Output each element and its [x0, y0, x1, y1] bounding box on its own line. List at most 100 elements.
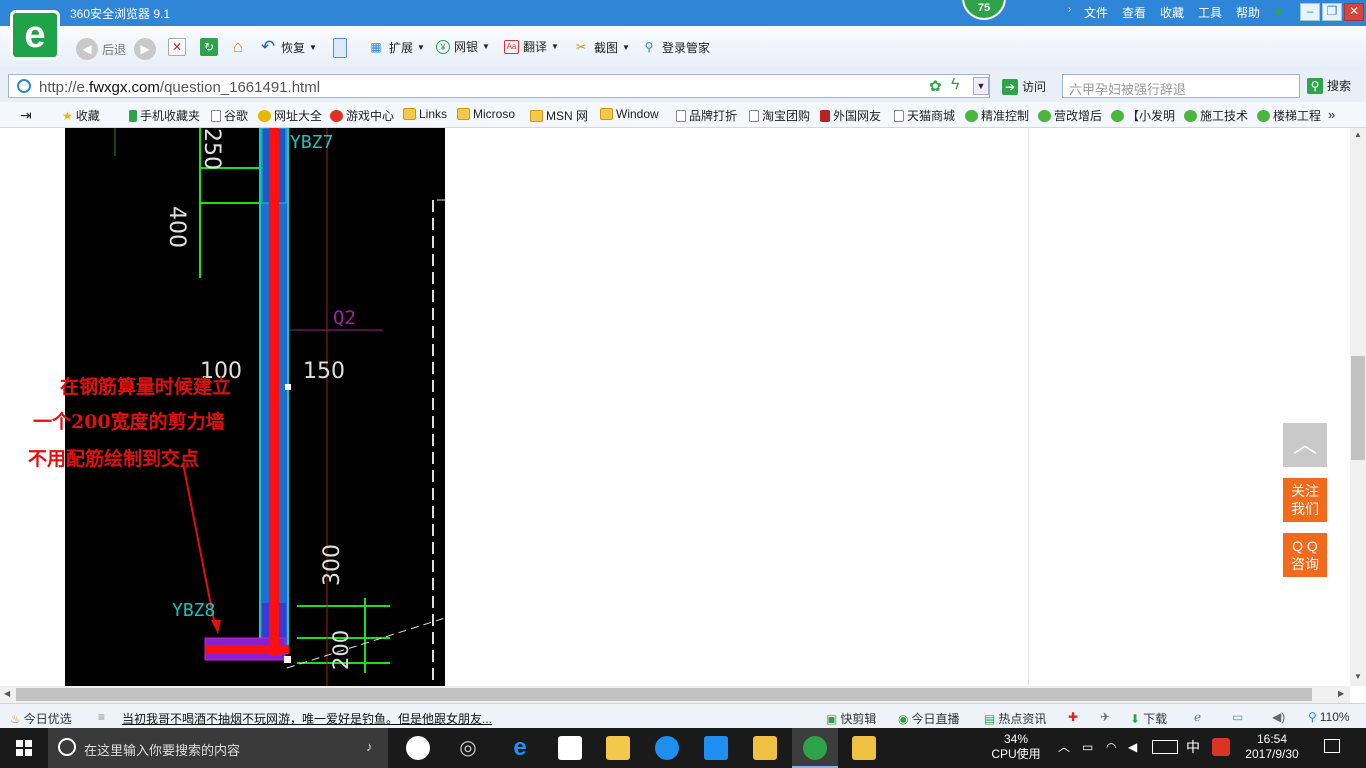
today-pick-button[interactable]: ♨ 今日优选 [10, 710, 72, 727]
caret-down-icon: ▼ [622, 42, 630, 52]
vertical-scrollbar[interactable]: ▲ ▼ [1350, 128, 1366, 686]
maximize-button[interactable]: ❐ [1322, 3, 1342, 21]
bookmark-precise[interactable]: 精准控制 [965, 107, 1029, 124]
scroll-down-icon[interactable]: ▼ [1354, 672, 1362, 681]
taskbar-swirl-icon[interactable]: ◎ [456, 736, 480, 760]
refresh-button[interactable]: ↻ [200, 38, 218, 56]
bookmark-foreign[interactable]: 外国网友 [820, 107, 881, 124]
taskbar-explorer-icon[interactable] [606, 736, 630, 760]
download-button[interactable]: ⬇ 下载 [1130, 710, 1167, 727]
lightning-icon[interactable]: ϟ [951, 76, 959, 94]
bookmark-msn[interactable]: MSN 网 [530, 107, 588, 124]
window-mode-icon[interactable]: ▭ [1232, 710, 1243, 724]
taskbar-pinwheel-icon[interactable] [406, 736, 430, 760]
bookmark-favorites[interactable]: ★ 收藏 [62, 107, 100, 124]
volume-icon[interactable]: ◀) [1272, 710, 1285, 724]
address-input[interactable]: http://e.fwxgx.com/question_1661491.html… [8, 74, 990, 98]
taskbar-store-icon[interactable] [558, 736, 582, 760]
bookmark-tmall[interactable]: 天猫商城 [894, 107, 955, 124]
horizontal-scrollbar[interactable]: ◀ ▶ [0, 686, 1350, 703]
ie-icon[interactable]: ℯ [1194, 710, 1201, 724]
vertical-scroll-thumb[interactable] [1351, 356, 1365, 460]
home-button[interactable]: ⌂ [229, 37, 247, 56]
windows-start-icon[interactable] [16, 740, 32, 756]
bookmark-taobao[interactable]: 淘宝团购 [749, 107, 810, 124]
live-button[interactable]: ◉ 今日直播 [898, 710, 960, 727]
taskbar-edge-icon[interactable]: e [508, 736, 532, 760]
wifi-icon[interactable]: ◠ [1106, 740, 1116, 755]
bookmark-vat[interactable]: 营改增后 [1038, 107, 1102, 124]
bookmark-microsoft[interactable]: Microso [457, 107, 515, 121]
search-input[interactable]: 六甲孕妇被强行辞退 [1062, 74, 1300, 98]
scroll-left-icon[interactable]: ◀ [4, 689, 10, 698]
security-score-badge[interactable]: 75 [962, 0, 1006, 20]
bank-button[interactable]: ¥ 网银 ▼ [436, 38, 490, 55]
translate-button[interactable]: Aa 翻译 ▼ [504, 38, 559, 55]
menu-file[interactable]: 文件 [1084, 4, 1108, 21]
bookmark-games[interactable]: 游戏中心 [330, 107, 394, 124]
back-to-top-button[interactable]: ︿ [1283, 423, 1327, 467]
back-button[interactable]: ◀ 后退 [76, 38, 126, 60]
menu-help[interactable]: 帮助 [1236, 4, 1260, 21]
ime-indicator[interactable]: 中 [1186, 740, 1200, 755]
sidebar-toggle-icon[interactable]: ⇥ [20, 107, 32, 124]
qq-consult-button[interactable]: Q Q 咨询 [1283, 533, 1327, 577]
quick-cut-button[interactable]: ▣ 快剪辑 [826, 710, 876, 727]
taskbar-search-input[interactable]: 在这里输入你要搜索的内容 ♪ [48, 728, 388, 768]
clock[interactable]: 16:54 2017/9/30 [1240, 732, 1304, 762]
close-button[interactable]: ✕ [1344, 3, 1364, 21]
bookmark-hao[interactable]: 网址大全 [258, 107, 322, 124]
mobile-button[interactable] [333, 38, 347, 58]
taskbar-plus-icon[interactable] [704, 736, 728, 760]
hot-news-button[interactable]: ▤ 热点资讯 [984, 710, 1046, 727]
speaker-icon[interactable]: ◀ [1128, 740, 1137, 755]
skin-icon[interactable]: ♥ [1274, 4, 1282, 20]
taskbar-help-icon[interactable] [852, 736, 876, 760]
browser-logo-icon[interactable]: e [10, 10, 60, 60]
sogou-icon[interactable] [1212, 738, 1230, 756]
battery-icon[interactable]: ▭ [1082, 740, 1093, 755]
secure-icon[interactable]: ✿ [929, 77, 942, 95]
news-ticker-link[interactable]: 当初我哥不喝酒不抽烟不玩网游，唯一爱好是钓鱼。但是他跟女朋友... [122, 710, 492, 727]
taskbar-notes-icon[interactable] [753, 736, 777, 760]
bookmark-windows[interactable]: Window [600, 107, 659, 121]
keyboard-icon[interactable] [1152, 740, 1178, 754]
bookmark-google[interactable]: 谷歌 [211, 107, 248, 124]
zoom-button[interactable]: ⚲ 110% [1308, 710, 1350, 724]
scroll-right-icon[interactable]: ▶ [1338, 689, 1344, 698]
dim-250-label: 250 [199, 128, 224, 170]
follow-us-button[interactable]: 关注 我们 [1283, 478, 1327, 522]
restore-button[interactable]: ↶ 恢复 ▼ [259, 37, 317, 56]
menu-tools[interactable]: 工具 [1198, 4, 1222, 21]
menu-favorites[interactable]: 收藏 [1160, 4, 1184, 21]
minimize-button[interactable]: – [1300, 3, 1320, 21]
live-label: 今日直播 [911, 712, 960, 726]
horizontal-scroll-thumb[interactable] [16, 688, 1312, 701]
taskbar-g-icon[interactable] [655, 736, 679, 760]
login-manager-button[interactable]: ⚲ 登录管家 [640, 38, 710, 56]
stop-button[interactable]: ✕ [168, 38, 186, 56]
search-button[interactable]: ⚲ 搜索 [1307, 77, 1351, 94]
bookmark-invention[interactable]: 【小发明 [1111, 107, 1175, 124]
dim-400-label: 400 [164, 206, 189, 248]
pin-icon[interactable]: ✈ [1100, 710, 1110, 724]
taskbar-360-active[interactable] [792, 728, 838, 768]
microphone-icon[interactable]: ♪ [366, 739, 373, 754]
bookmark-mobile[interactable]: 手机收藏夹 [129, 107, 200, 124]
extend-button[interactable]: ▦ 扩展 ▼ [367, 38, 425, 56]
medical-icon[interactable]: ✚ [1068, 710, 1078, 724]
visit-button[interactable]: ➔ 访问 [1002, 78, 1046, 95]
bookmark-brand-sale[interactable]: 品牌打折 [676, 107, 737, 124]
screenshot-button[interactable]: ✂ 截图 ▼ [572, 38, 630, 56]
bookmark-stairs[interactable]: 楼梯工程 [1257, 107, 1321, 124]
scroll-up-icon[interactable]: ▲ [1354, 130, 1362, 139]
bookmark-construction[interactable]: 施工技术 [1184, 107, 1248, 124]
menu-view[interactable]: 查看 [1122, 4, 1146, 21]
more-bookmarks-icon[interactable]: » [1328, 107, 1335, 122]
cpu-usage-widget[interactable]: 34% CPU使用 [990, 732, 1042, 762]
bookmark-links[interactable]: Links [403, 107, 447, 121]
dropdown-icon[interactable]: ▼ [973, 77, 989, 95]
forward-button[interactable]: ▶ [134, 38, 156, 60]
notification-icon[interactable] [1324, 739, 1340, 753]
tray-chevron-up-icon[interactable]: ︿ [1058, 740, 1070, 755]
